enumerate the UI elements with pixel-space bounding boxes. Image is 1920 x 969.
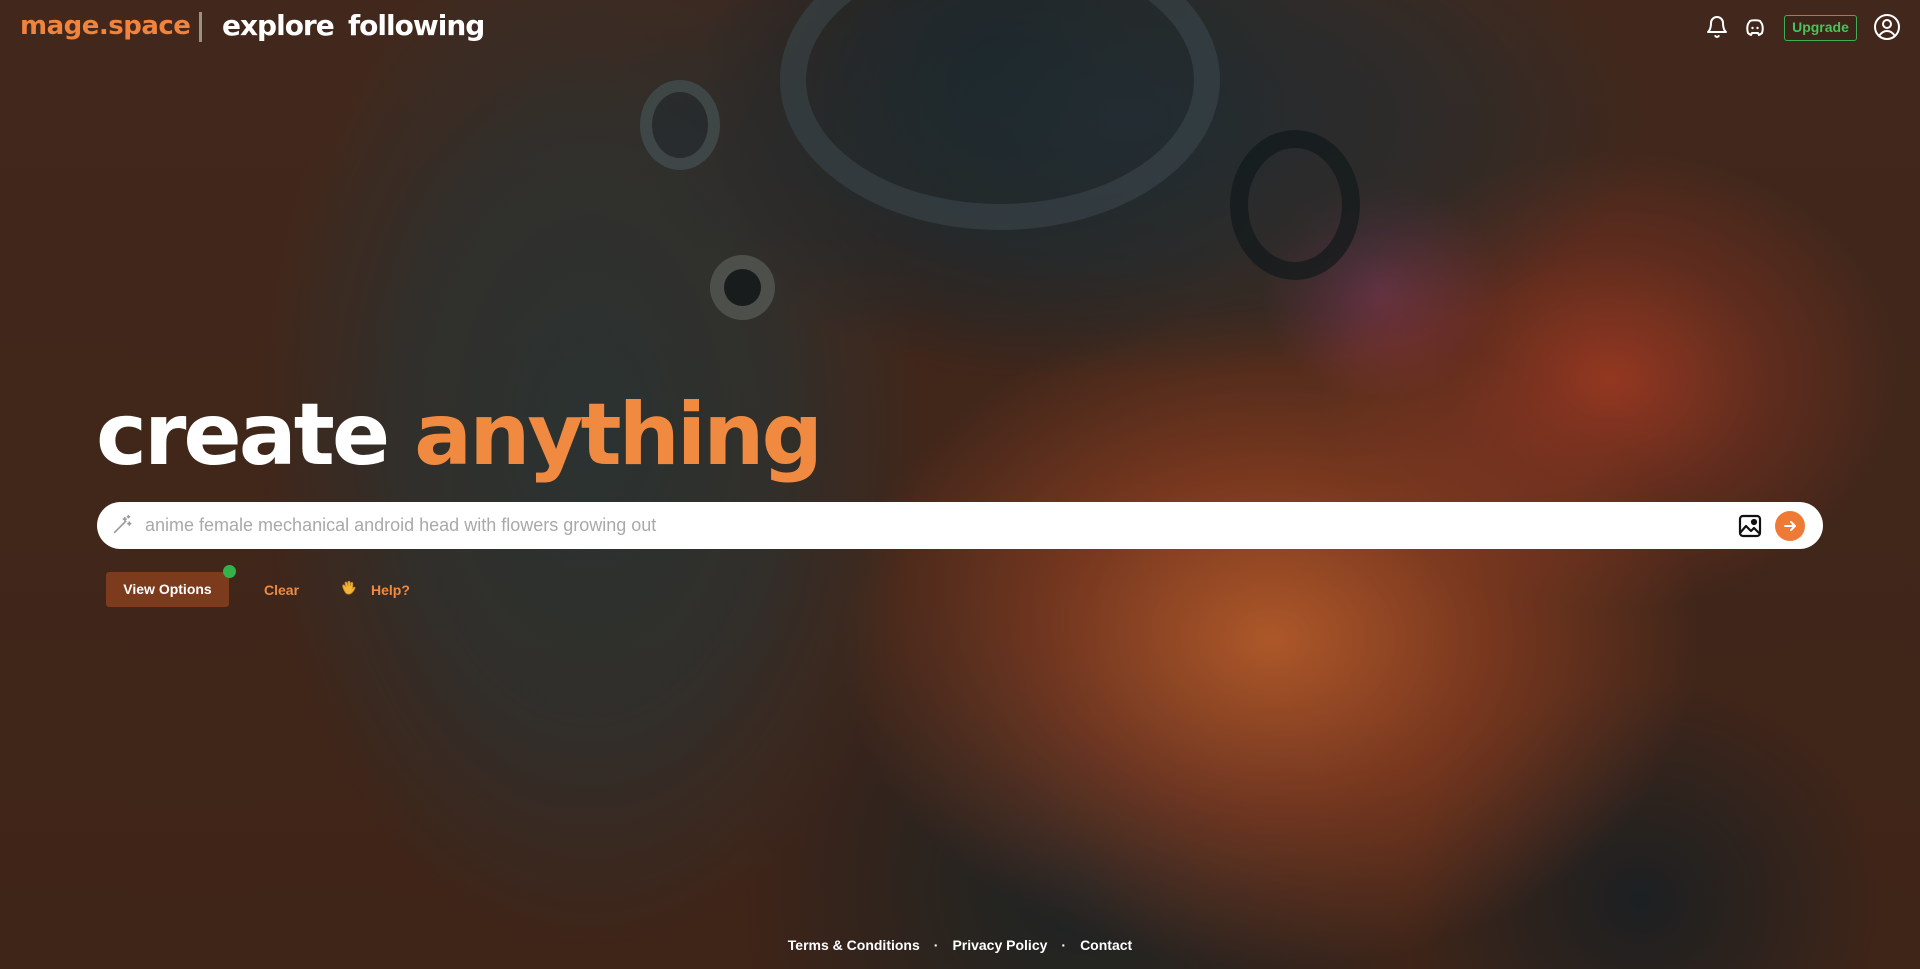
help-link[interactable]: Help? <box>371 582 410 598</box>
waving-hand-icon <box>342 580 356 595</box>
image-upload-icon[interactable] <box>1737 513 1763 539</box>
privacy-link[interactable]: Privacy Policy <box>952 937 1047 953</box>
nav-explore-link[interactable]: explore <box>222 9 335 42</box>
hero-title: create anything <box>96 392 823 478</box>
clear-button[interactable]: Clear <box>264 582 299 598</box>
user-icon[interactable] <box>1873 13 1901 41</box>
hero-title-word-anything: anything <box>414 385 823 485</box>
contact-link[interactable]: Contact <box>1080 937 1132 953</box>
top-header: mage.space explore following Upgrade <box>0 0 1920 58</box>
footer: Terms & Conditions · Privacy Policy · Contac… <box>0 937 1920 953</box>
view-options-button[interactable]: View Options <box>106 572 229 607</box>
status-dot <box>223 565 236 578</box>
upgrade-button[interactable]: Upgrade <box>1784 15 1857 41</box>
prompt-bar <box>97 502 1823 549</box>
prompt-input[interactable] <box>145 502 1695 549</box>
arrow-right-icon <box>1784 521 1796 531</box>
bell-icon[interactable] <box>1705 15 1729 39</box>
logo[interactable]: mage.space <box>20 11 191 41</box>
nav-divider <box>199 12 202 42</box>
generate-button[interactable] <box>1775 511 1805 541</box>
footer-separator: · <box>1061 937 1067 953</box>
hero-title-word-create: create <box>96 385 390 485</box>
discord-icon[interactable] <box>1743 15 1767 39</box>
nav-following-link[interactable]: following <box>348 9 485 42</box>
magic-wand-icon <box>113 515 132 534</box>
footer-separator: · <box>933 937 939 953</box>
terms-link[interactable]: Terms & Conditions <box>788 937 920 953</box>
